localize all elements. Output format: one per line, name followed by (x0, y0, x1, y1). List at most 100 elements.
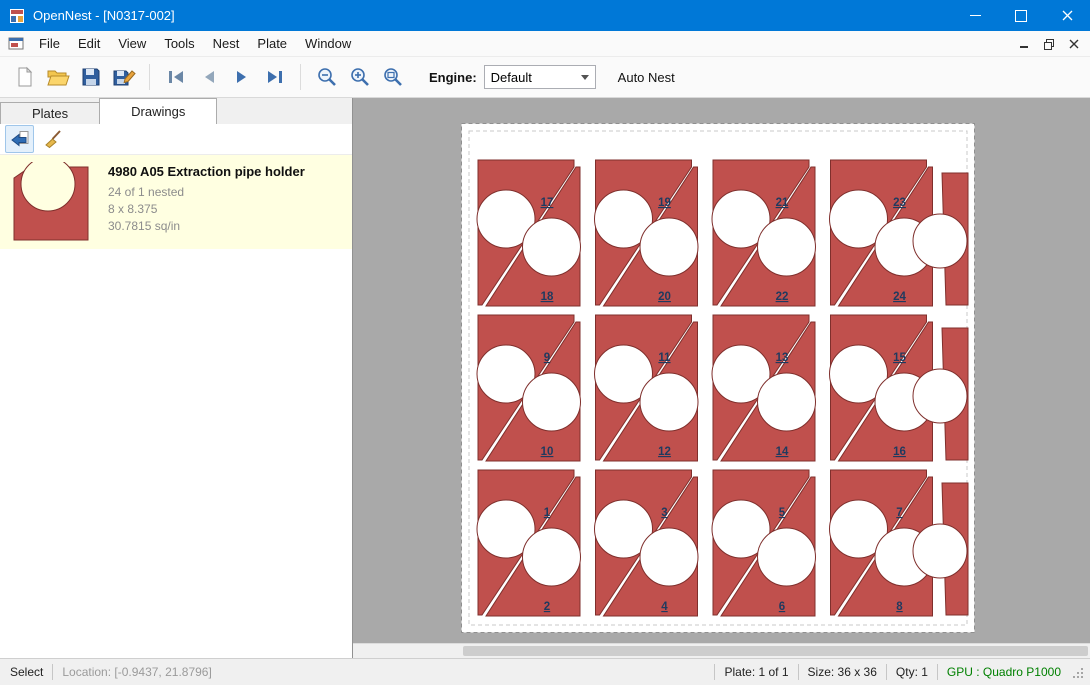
part-number[interactable]: 19 (658, 197, 671, 209)
part-number[interactable]: 13 (776, 352, 789, 364)
part-notch (758, 218, 816, 276)
mdi-close-icon (1069, 39, 1079, 49)
back-arrow-icon (10, 129, 30, 149)
part-number[interactable]: 16 (893, 446, 906, 458)
maximize-button[interactable] (998, 0, 1044, 31)
status-separator (714, 664, 715, 680)
previous-plate-button[interactable] (192, 61, 225, 94)
gpu-status: GPU : Quadro P1000 (947, 665, 1061, 679)
engine-value: Default (491, 70, 532, 85)
zoom-out-icon (316, 66, 338, 88)
part-number[interactable]: 23 (893, 197, 906, 209)
part-number[interactable]: 18 (541, 291, 554, 303)
next-arrow-icon (232, 67, 252, 87)
save-icon (80, 66, 102, 88)
mdi-minimize-button[interactable] (1011, 33, 1036, 54)
mdi-close-button[interactable] (1061, 33, 1086, 54)
window-controls (952, 0, 1090, 31)
part-notch (523, 528, 581, 586)
part-notch (913, 214, 967, 268)
tab-plates[interactable]: Plates (0, 102, 100, 124)
part-notch (913, 524, 967, 578)
part-number[interactable]: 6 (779, 601, 785, 613)
next-plate-button[interactable] (225, 61, 258, 94)
part-number[interactable]: 8 (896, 601, 903, 613)
part-number[interactable]: 7 (896, 507, 902, 519)
content-area: Plates Drawings (0, 98, 1090, 658)
part-number[interactable]: 20 (658, 291, 671, 303)
zoom-fit-icon (382, 66, 404, 88)
part-notch (640, 218, 698, 276)
part-number[interactable]: 14 (776, 446, 789, 458)
back-arrow-button[interactable] (5, 125, 34, 153)
part-number[interactable]: 24 (893, 291, 906, 303)
close-icon (1062, 10, 1073, 21)
thumbnail-notch (21, 162, 75, 211)
mdi-restore-button[interactable] (1036, 33, 1061, 54)
part-number[interactable]: 21 (776, 197, 789, 209)
save-as-icon (112, 66, 136, 88)
part-notch (640, 373, 698, 431)
new-file-icon (14, 66, 36, 88)
mdi-child-icon[interactable] (8, 37, 24, 51)
auto-nest-button[interactable]: Auto Nest (618, 70, 675, 85)
scrollbar-thumb[interactable] (463, 646, 1088, 656)
part-number[interactable]: 11 (658, 352, 671, 364)
part-number[interactable]: 4 (661, 601, 668, 613)
menu-edit[interactable]: Edit (69, 31, 109, 56)
status-separator (798, 664, 799, 680)
new-file-button[interactable] (8, 61, 41, 94)
part-number[interactable]: 2 (544, 601, 550, 613)
minimize-button[interactable] (952, 0, 998, 31)
last-arrow-icon (265, 67, 285, 87)
chevron-down-icon (581, 75, 589, 80)
menu-file[interactable]: File (30, 31, 69, 56)
status-qty: Qty: 1 (896, 665, 928, 679)
part-number[interactable]: 17 (541, 197, 554, 209)
open-file-button[interactable] (41, 61, 74, 94)
status-separator (886, 664, 887, 680)
save-button[interactable] (74, 61, 107, 94)
zoom-in-button[interactable] (343, 61, 376, 94)
zoom-fit-button[interactable] (376, 61, 409, 94)
part-number[interactable]: 1 (544, 507, 551, 519)
first-plate-button[interactable] (159, 61, 192, 94)
drawing-area: 30.7815 sq/in (108, 218, 305, 235)
resize-grip-icon[interactable] (1071, 666, 1084, 679)
save-as-button[interactable] (107, 61, 140, 94)
left-panel: Plates Drawings (0, 98, 353, 658)
part-notch (758, 528, 816, 586)
part-notch (913, 369, 967, 423)
part-number[interactable]: 12 (658, 446, 671, 458)
horizontal-scrollbar[interactable] (353, 643, 1090, 658)
status-separator (52, 664, 53, 680)
part-number[interactable]: 9 (544, 352, 550, 364)
part-number[interactable]: 15 (893, 352, 906, 364)
last-plate-button[interactable] (258, 61, 291, 94)
menu-nest[interactable]: Nest (204, 31, 249, 56)
drawing-list-item[interactable]: 4980 A05 Extraction pipe holder 24 of 1 … (0, 155, 352, 249)
toolbar-separator (149, 64, 150, 90)
nest-canvas[interactable]: 171819202122232491011121314151612345678 (353, 98, 1090, 658)
engine-select[interactable]: Default (484, 65, 596, 89)
menu-window[interactable]: Window (296, 31, 360, 56)
broom-icon (43, 129, 63, 149)
part-number[interactable]: 5 (779, 507, 786, 519)
part-notch (758, 373, 816, 431)
drawing-title: 4980 A05 Extraction pipe holder (108, 164, 305, 179)
toolbar-separator (300, 64, 301, 90)
menu-view[interactable]: View (109, 31, 155, 56)
close-button[interactable] (1044, 0, 1090, 31)
part-notch (523, 218, 581, 276)
part-number[interactable]: 3 (661, 507, 667, 519)
menu-plate[interactable]: Plate (248, 31, 296, 56)
tab-drawings[interactable]: Drawings (99, 98, 217, 124)
zoom-out-button[interactable] (310, 61, 343, 94)
mdi-window-controls (1011, 33, 1086, 54)
part-notch (523, 373, 581, 431)
part-number[interactable]: 10 (541, 446, 554, 458)
part-number[interactable]: 22 (776, 291, 789, 303)
drawing-info: 4980 A05 Extraction pipe holder 24 of 1 … (108, 162, 305, 235)
menu-tools[interactable]: Tools (155, 31, 203, 56)
broom-button[interactable] (39, 126, 66, 152)
